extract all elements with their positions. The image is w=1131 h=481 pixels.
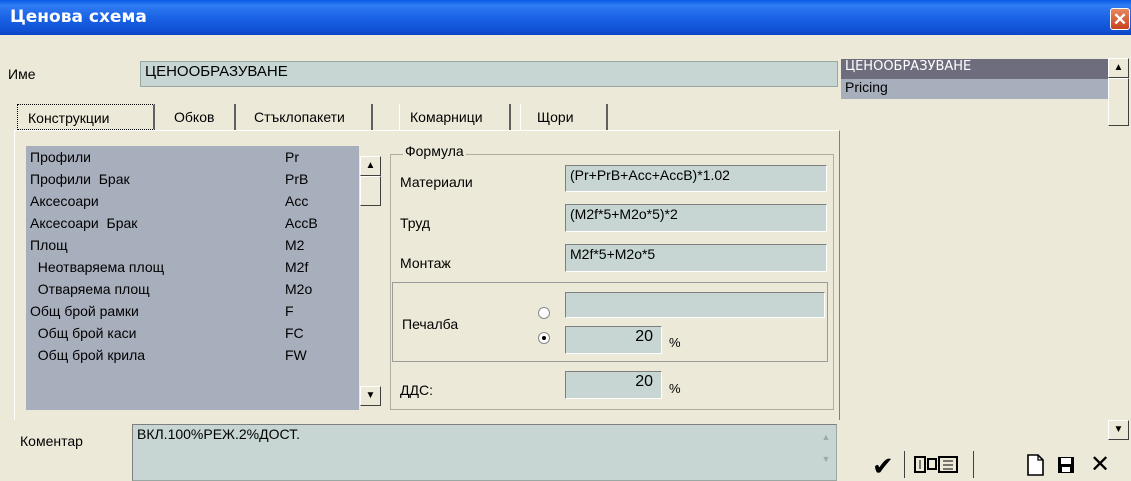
vat-label: ДДС: bbox=[400, 382, 433, 398]
scheme-item-selected[interactable]: ЦЕНООБРАЗУВАНЕ bbox=[841, 59, 1108, 79]
schemes-scrollbar[interactable]: ▲ ▼ bbox=[1108, 58, 1131, 449]
confirm-icon[interactable]: ✔ bbox=[872, 452, 894, 480]
comment-input[interactable]: ВКЛ.100%РЕЖ.2%ДОСТ. bbox=[132, 424, 837, 481]
scheme-item[interactable]: Pricing bbox=[841, 79, 1108, 99]
new-document-icon[interactable] bbox=[1024, 452, 1046, 478]
comment-scrollbar[interactable]: ▲ ▼ bbox=[816, 426, 836, 479]
profit-percent-radio[interactable] bbox=[538, 332, 550, 344]
delete-icon[interactable]: ✕ bbox=[1090, 450, 1110, 479]
list-item[interactable]: Отваряема площ M2o bbox=[26, 278, 359, 300]
profit-amount-radio[interactable] bbox=[538, 307, 550, 319]
list-item[interactable]: Аксесоари Брак AccB bbox=[26, 212, 359, 234]
profit-percent-unit: % bbox=[669, 335, 681, 350]
window-title: Ценова схема bbox=[10, 7, 147, 27]
toolbar: ✔ ✕ bbox=[866, 448, 1131, 481]
list-item[interactable]: Профили Брак PrB bbox=[26, 168, 359, 190]
profit-amount-input[interactable] bbox=[565, 292, 825, 318]
vat-percent-unit: % bbox=[669, 381, 681, 396]
title-bar: Ценова схема ✕ bbox=[0, 0, 1131, 35]
profit-label: Печалба bbox=[402, 316, 459, 332]
list-item[interactable]: Площ M2 bbox=[26, 234, 359, 256]
scroll-thumb[interactable] bbox=[1108, 78, 1129, 126]
tab-glass-units[interactable]: Стъклопакети bbox=[242, 104, 373, 130]
tab-blinds[interactable]: Щори bbox=[520, 104, 608, 130]
variables-list[interactable]: Профили Pr Профили Брак PrB Аксесоари Acc А… bbox=[26, 146, 359, 410]
materials-label: Материали bbox=[400, 174, 473, 190]
name-label: Име bbox=[8, 66, 36, 82]
scroll-thumb[interactable] bbox=[360, 176, 381, 206]
list-item[interactable]: Аксесоари Acc bbox=[26, 190, 359, 212]
save-icon[interactable] bbox=[1055, 454, 1077, 476]
labor-label: Труд bbox=[400, 215, 431, 231]
labor-input[interactable]: (M2f*5+M2o*5)*2 bbox=[565, 204, 827, 232]
list-item[interactable]: Общ брой рамки F bbox=[26, 300, 359, 322]
list-item[interactable]: Общ брой крила FW bbox=[26, 344, 359, 366]
scroll-up-icon[interactable]: ▲ bbox=[360, 156, 381, 176]
name-input[interactable]: ЦЕНООБРАЗУВАНЕ bbox=[140, 61, 838, 87]
installation-input[interactable]: M2f*5+M2o*5 bbox=[565, 244, 827, 272]
formula-group-title: Формула bbox=[403, 143, 466, 159]
tab-insect-screens[interactable]: Комарници bbox=[399, 104, 511, 130]
list-item[interactable]: Общ брой каси FC bbox=[26, 322, 359, 344]
list-item[interactable]: Неотваряема площ M2f bbox=[26, 256, 359, 278]
profit-percent-input[interactable]: 20 bbox=[565, 326, 662, 354]
comment-label: Коментар bbox=[20, 433, 83, 449]
columns-icon[interactable] bbox=[904, 451, 974, 478]
materials-input[interactable]: (Pr+PrB+Acc+AccB)*1.02 bbox=[565, 165, 827, 192]
close-button[interactable]: ✕ bbox=[1110, 8, 1130, 30]
tab-hardware[interactable]: Обков bbox=[164, 104, 236, 130]
scroll-up-icon[interactable]: ▲ bbox=[1108, 58, 1129, 78]
installation-label: Монтаж bbox=[400, 255, 451, 271]
list-item[interactable]: Профили Pr bbox=[26, 146, 359, 168]
schemes-list[interactable]: ЦЕНООБРАЗУВАНЕ Pricing bbox=[841, 58, 1108, 449]
tab-constructions[interactable]: Конструкции bbox=[17, 104, 155, 130]
scroll-down-icon[interactable]: ▼ bbox=[360, 386, 381, 406]
variables-scrollbar[interactable]: ▲ ▼ bbox=[360, 146, 382, 410]
vat-input[interactable]: 20 bbox=[565, 371, 662, 399]
scroll-down-icon[interactable]: ▼ bbox=[1108, 420, 1129, 440]
